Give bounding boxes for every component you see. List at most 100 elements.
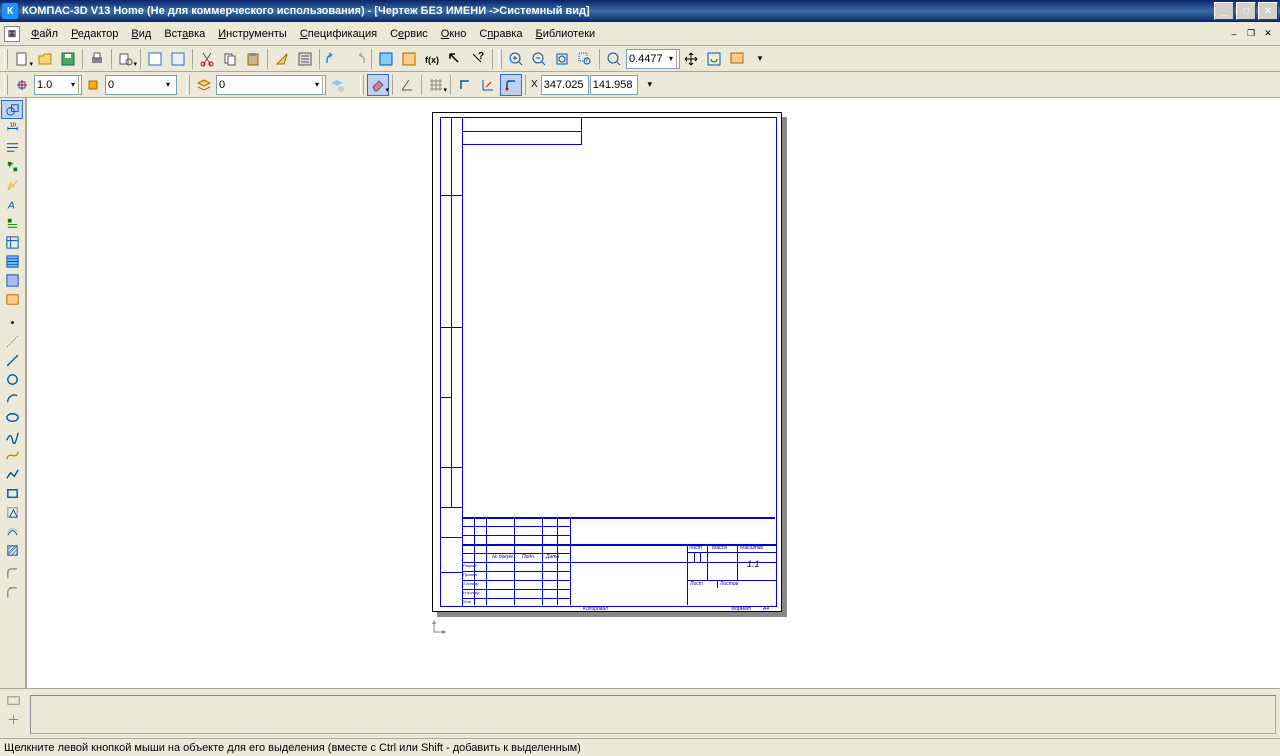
new-button[interactable]: ▾	[11, 48, 33, 70]
menu-editor[interactable]: Редактор	[65, 26, 124, 42]
coord-y-input[interactable]	[590, 75, 638, 95]
style-input[interactable]	[105, 75, 177, 95]
grid-button[interactable]: ▾	[425, 74, 447, 96]
coord-dropdown[interactable]: ▾	[639, 74, 661, 96]
toolbar-grip[interactable]	[360, 75, 364, 95]
copy-button[interactable]	[219, 48, 241, 70]
properties-button[interactable]	[294, 48, 316, 70]
equid-tool[interactable]	[1, 522, 23, 541]
calc-button[interactable]	[398, 48, 420, 70]
close-button[interactable]: ✕	[1258, 2, 1278, 20]
reports-button[interactable]	[1, 271, 23, 290]
arrow-button[interactable]	[444, 48, 466, 70]
zoom-in-button[interactable]	[505, 48, 527, 70]
mdi-minimize-button[interactable]: –	[1226, 27, 1242, 41]
svg-text:A: A	[6, 200, 14, 211]
drawing-canvas[interactable]: Лист Масса Масштаб 1:1 Лист Листов № док…	[26, 98, 1280, 688]
fx-button[interactable]: f(x)	[421, 48, 443, 70]
arc-tool[interactable]	[1, 389, 23, 408]
undo-button[interactable]	[323, 48, 345, 70]
ellipse-tool[interactable]	[1, 408, 23, 427]
hatch-tool[interactable]	[1, 541, 23, 560]
chamfer-tool[interactable]	[1, 583, 23, 602]
zoom-out-button[interactable]	[528, 48, 550, 70]
toolbar-grip[interactable]	[4, 75, 8, 95]
select-button[interactable]	[1, 214, 23, 233]
notation-button[interactable]	[1, 138, 23, 157]
local-button[interactable]	[477, 74, 499, 96]
angle-button[interactable]	[396, 74, 418, 96]
mdi-close-button[interactable]: ✕	[1260, 27, 1276, 41]
status-text: Щелкните левой кнопкой мыши на объекте д…	[4, 742, 581, 754]
layermgr-button[interactable]	[326, 74, 348, 96]
spec-button[interactable]	[375, 48, 397, 70]
auto-button[interactable]	[2, 710, 24, 729]
menu-help[interactable]: Справка	[473, 26, 528, 42]
tb-list: Лист	[689, 545, 702, 551]
layers-button[interactable]	[193, 74, 215, 96]
assoc-button[interactable]	[1, 233, 23, 252]
open-button[interactable]	[34, 48, 56, 70]
coord-x-input[interactable]	[541, 75, 589, 95]
doc-icon[interactable]: ▦	[4, 26, 20, 42]
dropdown-button[interactable]: ▾	[749, 48, 771, 70]
toolbar-grip[interactable]	[4, 49, 8, 69]
save-button[interactable]	[57, 48, 79, 70]
mdi-restore-button[interactable]: ❐	[1243, 27, 1259, 41]
menu-file[interactable]: Файлdocument.currentScript.previousEleme…	[25, 26, 64, 42]
pan-button[interactable]	[680, 48, 702, 70]
toolbar-grip[interactable]	[186, 75, 190, 95]
zoom-window-button[interactable]	[574, 48, 596, 70]
menu-insert[interactable]: Вставка	[158, 26, 211, 42]
menu-libs[interactable]: Библиотеки	[530, 26, 602, 42]
menu-view[interactable]: Вид	[125, 26, 157, 42]
collect-tool[interactable]	[1, 503, 23, 522]
bezier-tool[interactable]	[1, 446, 23, 465]
zoom-scale-button[interactable]	[603, 48, 625, 70]
eraser-button[interactable]: ▾	[367, 74, 389, 96]
brush-button[interactable]	[271, 48, 293, 70]
print-button[interactable]	[86, 48, 108, 70]
ortho-button[interactable]	[454, 74, 476, 96]
circle-tool[interactable]	[1, 370, 23, 389]
preview-button[interactable]: ▾	[115, 48, 137, 70]
segment-tool[interactable]	[1, 351, 23, 370]
dimensions-button[interactable]: 10	[1, 119, 23, 138]
menu-service[interactable]: Сервис	[384, 26, 434, 42]
props-button[interactable]	[144, 48, 166, 70]
snap-button[interactable]	[11, 74, 33, 96]
geometry-button[interactable]	[1, 100, 23, 119]
redo-button[interactable]	[346, 48, 368, 70]
step-input[interactable]	[34, 75, 82, 95]
spec-tools-button[interactable]	[1, 252, 23, 271]
help-button[interactable]: ?	[467, 48, 489, 70]
edit-button[interactable]	[1, 157, 23, 176]
phantom-button[interactable]	[2, 691, 24, 710]
menu-tools[interactable]: Инструменты	[212, 26, 293, 42]
toolbar-grip[interactable]	[498, 49, 502, 69]
props2-button[interactable]	[167, 48, 189, 70]
maximize-button[interactable]: □	[1236, 2, 1256, 20]
round-button[interactable]	[500, 74, 522, 96]
paste-button[interactable]	[242, 48, 264, 70]
insert-button[interactable]	[1, 290, 23, 309]
aux-line-tool[interactable]	[1, 332, 23, 351]
zoom-fit-button[interactable]	[551, 48, 573, 70]
refresh-button[interactable]	[703, 48, 725, 70]
measure-button[interactable]: A	[1, 195, 23, 214]
cut-button[interactable]	[196, 48, 218, 70]
minimize-button[interactable]: _	[1214, 2, 1234, 20]
redraw-button[interactable]	[726, 48, 748, 70]
spline-tool[interactable]	[1, 427, 23, 446]
menu-window[interactable]: Окно	[435, 26, 473, 42]
fillet-tool[interactable]	[1, 564, 23, 583]
rect-tool[interactable]	[1, 484, 23, 503]
layer-input[interactable]	[216, 75, 326, 95]
state-button[interactable]	[82, 74, 104, 96]
polyline-tool[interactable]	[1, 465, 23, 484]
zoom-input[interactable]	[626, 49, 680, 69]
param-button[interactable]	[1, 176, 23, 195]
property-panel[interactable]	[30, 695, 1276, 734]
point-tool[interactable]	[1, 313, 23, 332]
menu-spec[interactable]: Спецификация	[294, 26, 383, 42]
